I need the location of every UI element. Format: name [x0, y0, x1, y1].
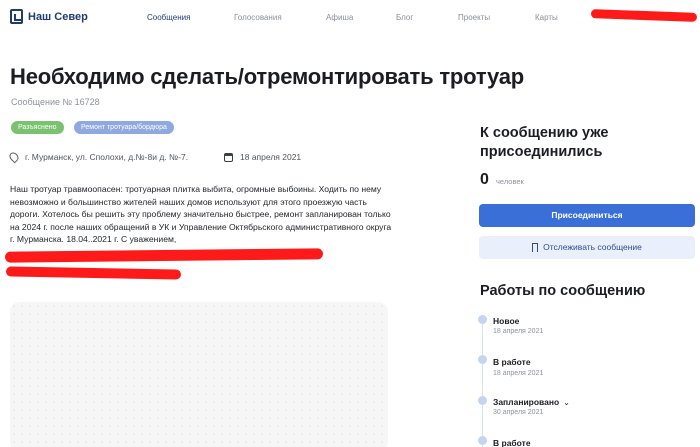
joined-heading: К сообщению уже присоединились — [480, 125, 609, 160]
message-date: 18 апреля 2021 — [224, 152, 301, 162]
chevron-down-icon: ⌄ — [563, 398, 570, 407]
nav-blog[interactable]: Блог — [396, 13, 413, 22]
message-text: Наш тротуар травмоопасен: тротуарная пли… — [10, 184, 392, 245]
redaction-mark — [590, 9, 698, 22]
redaction-mark — [5, 266, 182, 280]
page-title: Необходимо сделать/отремонтировать троту… — [10, 64, 524, 89]
redaction-mark — [4, 248, 324, 263]
timeline-status: Новое — [493, 316, 520, 326]
category-badge[interactable]: Ремонт тротуара/бордюра — [74, 121, 174, 134]
location-pin-icon — [7, 150, 21, 164]
timeline-date: 18 апреля 2021 — [493, 370, 544, 377]
joined-count: 0 — [480, 171, 489, 188]
logo-text: Наш Север — [28, 10, 88, 23]
nav-votes[interactable]: Голосования — [234, 13, 282, 22]
timeline-dot — [478, 355, 487, 364]
message-photo[interactable] — [10, 302, 388, 447]
nav-projects[interactable]: Проекты — [458, 13, 490, 22]
timeline-dot — [478, 436, 487, 445]
nav-messages[interactable]: Сообщения — [147, 13, 190, 22]
works-heading: Работы по сообщению — [480, 283, 646, 299]
timeline-line — [482, 320, 483, 447]
bookmark-icon — [532, 243, 539, 252]
timeline-status: В работе — [493, 438, 531, 447]
status-badge: Разъяснено — [11, 121, 64, 134]
track-message-button[interactable]: Отслеживать сообщение — [479, 236, 695, 259]
join-button[interactable]: Присоединиться — [479, 204, 695, 227]
track-button-label: Отслеживать сообщение — [543, 242, 642, 252]
timeline-date: 30 апреля 2021 — [493, 409, 544, 416]
timeline-dot — [478, 315, 487, 324]
top-header: Наш Север Сообщения Голосования Афиша Бл… — [0, 0, 700, 36]
address-text: г. Мурманск, ул. Сполохи, д.№-8и д. №-7. — [25, 152, 189, 162]
date-text: 18 апреля 2021 — [240, 152, 302, 162]
timeline-status: В работе — [493, 357, 531, 367]
timeline-date: 18 апреля 2021 — [493, 328, 544, 335]
calendar-icon — [224, 152, 233, 162]
timeline-status: Запланировано — [493, 397, 560, 407]
joined-count-unit: человек — [496, 177, 524, 186]
timeline-dot — [478, 396, 487, 405]
site-logo[interactable]: Наш Север — [10, 9, 88, 24]
nav-events[interactable]: Афиша — [326, 13, 353, 22]
message-address: г. Мурманск, ул. Сполохи, д.№-8и д. №-7. — [7, 150, 189, 164]
message-number: Сообщение № 16728 — [11, 97, 100, 107]
nav-maps[interactable]: Карты — [535, 13, 558, 22]
timeline-status-expandable[interactable]: Запланировано ⌄ — [493, 397, 570, 407]
logo-icon — [10, 9, 23, 24]
